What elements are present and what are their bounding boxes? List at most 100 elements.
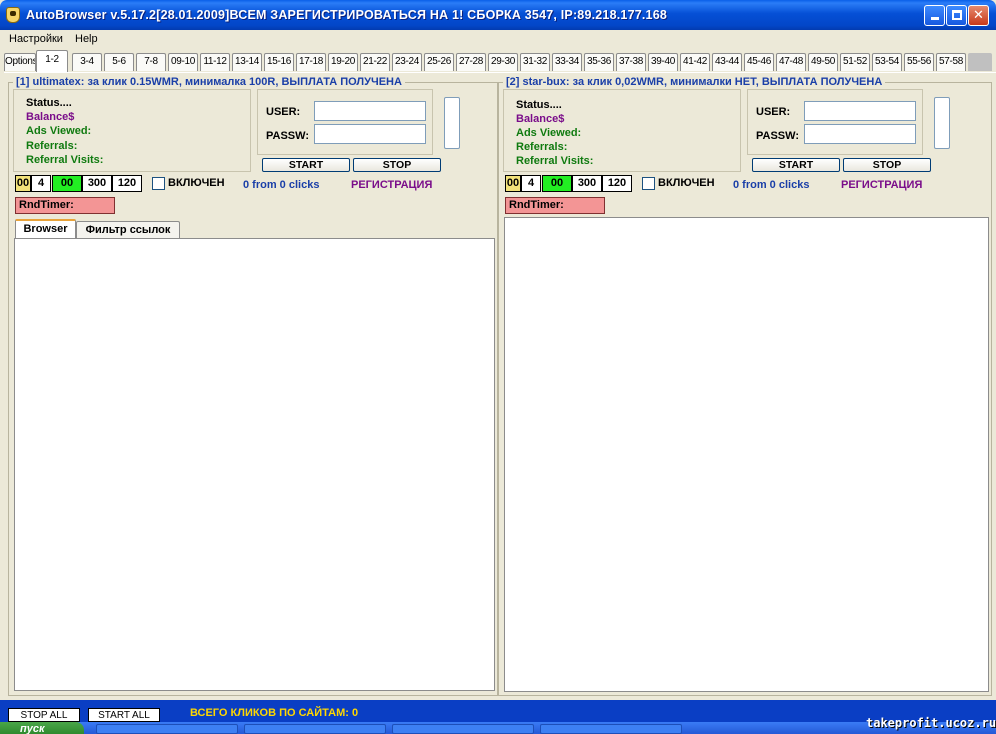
control-row: 00 4 00 300 120 ВКЛЮЧЕН 0 from 0 clicks … (505, 175, 985, 193)
maximize-icon (951, 10, 962, 20)
tab-55-56[interactable]: 55-56 (904, 53, 934, 71)
status-label: Status.... (26, 97, 72, 109)
minimize-icon (930, 17, 939, 20)
referral-visits-label: Referral Visits: (516, 155, 594, 167)
counter-green[interactable]: 00 (542, 175, 572, 192)
tab-3-4[interactable]: 3-4 (72, 53, 102, 71)
tab-25-26[interactable]: 25-26 (424, 53, 454, 71)
close-button[interactable]: ✕ (968, 5, 989, 26)
counter-green[interactable]: 00 (52, 175, 82, 192)
rnd-timer: RndTimer: (505, 197, 605, 214)
minimize-button[interactable] (924, 5, 945, 26)
window-title: AutoBrowser v.5.17.2[28.01.2009]ВСЕМ ЗАР… (26, 8, 667, 22)
register-link[interactable]: РЕГИСТРАЦИЯ (351, 179, 432, 191)
counter-value[interactable]: 4 (521, 175, 541, 192)
tab-7-8[interactable]: 7-8 (136, 53, 166, 71)
tab-27-28[interactable]: 27-28 (456, 53, 486, 71)
subtab-link-filter[interactable]: Фильтр ссылок (76, 221, 180, 238)
password-input[interactable] (804, 124, 916, 144)
menu-settings[interactable]: Настройки (9, 33, 63, 45)
balance-label: Balance$ (516, 113, 565, 125)
register-link[interactable]: РЕГИСТРАЦИЯ (841, 179, 922, 191)
tab-39-40[interactable]: 39-40 (648, 53, 678, 71)
enable-checkbox[interactable] (152, 177, 165, 190)
tab-31-32[interactable]: 31-32 (520, 53, 550, 71)
browser-view[interactable] (504, 217, 989, 692)
counter-yellow[interactable]: 00 (15, 175, 31, 192)
tab-13-14[interactable]: 13-14 (232, 53, 262, 71)
tab-37-38[interactable]: 37-38 (616, 53, 646, 71)
tab-35-36[interactable]: 35-36 (584, 53, 614, 71)
user-input[interactable] (314, 101, 426, 121)
tab-21-22[interactable]: 21-22 (360, 53, 390, 71)
tab-51-52[interactable]: 51-52 (840, 53, 870, 71)
tab-overflow (968, 53, 992, 71)
ads-viewed-label: Ads Viewed: (516, 127, 582, 139)
stop-button[interactable]: STOP (843, 158, 931, 172)
counter-yellow[interactable]: 00 (505, 175, 521, 192)
menu-help[interactable]: Help (75, 33, 98, 45)
clicks-count: 0 from 0 clicks (243, 179, 320, 191)
site-panel-1: [1] ultimatex: за клик 0.15WMR, минималк… (8, 76, 498, 696)
tab-19-20[interactable]: 19-20 (328, 53, 358, 71)
taskbar-item[interactable] (244, 724, 386, 734)
counter-300[interactable]: 300 (82, 175, 112, 192)
referrals-label: Referrals: (26, 140, 78, 152)
total-clicks: ВСЕГО КЛИКОВ ПО САЙТАМ: 0 (190, 707, 359, 719)
password-label: PASSW: (756, 130, 799, 142)
referrals-label: Referrals: (516, 141, 568, 153)
start-all-button[interactable]: START ALL (88, 708, 160, 722)
start-menu-button[interactable]: пуск (0, 722, 84, 734)
taskbar-item[interactable] (96, 724, 238, 734)
subtab-browser[interactable]: Browser (15, 219, 76, 238)
close-icon: ✕ (973, 8, 984, 23)
taskbar-item[interactable] (540, 724, 682, 734)
menu-bar: Настройки Help (4, 30, 992, 50)
counter-300[interactable]: 300 (572, 175, 602, 192)
enable-label: ВКЛЮЧЕН (658, 177, 715, 189)
tab-29-30[interactable]: 29-30 (488, 53, 518, 71)
enable-checkbox[interactable] (642, 177, 655, 190)
bottom-bar: STOP ALL START ALL ВСЕГО КЛИКОВ ПО САЙТА… (0, 700, 996, 722)
tab-options[interactable]: Options (4, 53, 36, 71)
tab-49-50[interactable]: 49-50 (808, 53, 838, 71)
app-icon (6, 7, 20, 23)
site-title: [1] ultimatex: за клик 0.15WMR, минималк… (13, 76, 405, 88)
watermark: takeprofit.ucoz.ru (866, 716, 996, 730)
user-label: USER: (756, 106, 791, 118)
tab-15-16[interactable]: 15-16 (264, 53, 294, 71)
tab-53-54[interactable]: 53-54 (872, 53, 902, 71)
login-box: USER: PASSW: (257, 89, 433, 155)
site-tabs: Options 1-2 3-4 5-6 7-8 09-10 11-12 13-1… (4, 50, 992, 72)
tab-09-10[interactable]: 09-10 (168, 53, 198, 71)
tab-33-34[interactable]: 33-34 (552, 53, 582, 71)
tab-23-24[interactable]: 23-24 (392, 53, 422, 71)
start-button[interactable]: START (752, 158, 840, 172)
stop-all-button[interactable]: STOP ALL (8, 708, 80, 722)
browser-view[interactable] (14, 238, 495, 691)
tab-57-58[interactable]: 57-58 (936, 53, 966, 71)
tab-45-46[interactable]: 45-46 (744, 53, 774, 71)
taskbar-item[interactable] (392, 724, 534, 734)
site-panel-2: [2] star-bux: за клик 0,02WMR, минималки… (498, 76, 992, 696)
counter-120[interactable]: 120 (112, 175, 142, 192)
counter-120[interactable]: 120 (602, 175, 632, 192)
tab-1-2[interactable]: 1-2 (36, 50, 68, 72)
tab-11-12[interactable]: 11-12 (200, 53, 230, 71)
tab-47-48[interactable]: 47-48 (776, 53, 806, 71)
tab-43-44[interactable]: 43-44 (712, 53, 742, 71)
user-input[interactable] (804, 101, 916, 121)
password-input[interactable] (314, 124, 426, 144)
tab-5-6[interactable]: 5-6 (104, 53, 134, 71)
maximize-button[interactable] (946, 5, 967, 26)
tab-41-42[interactable]: 41-42 (680, 53, 710, 71)
tab-17-18[interactable]: 17-18 (296, 53, 326, 71)
rnd-timer: RndTimer: (15, 197, 115, 214)
user-label: USER: (266, 106, 301, 118)
stop-button[interactable]: STOP (353, 158, 441, 172)
title-bar: AutoBrowser v.5.17.2[28.01.2009]ВСЕМ ЗАР… (0, 0, 996, 30)
start-button[interactable]: START (262, 158, 350, 172)
stats-box: Status.... Balance$ Ads Viewed: Referral… (503, 89, 741, 172)
ads-viewed-label: Ads Viewed: (26, 125, 92, 137)
counter-value[interactable]: 4 (31, 175, 51, 192)
